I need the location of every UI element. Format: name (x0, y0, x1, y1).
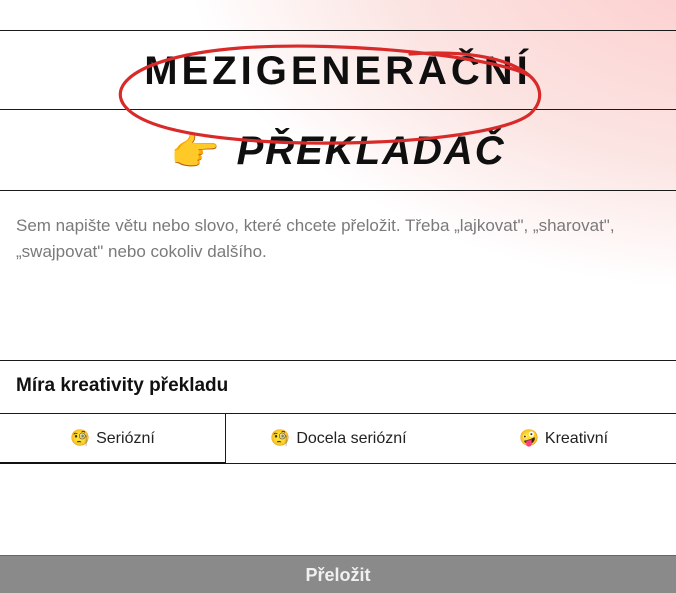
title-line-2: PŘEKLADAČ (237, 129, 506, 174)
title-line-1: MEZIGENERAČNÍ (144, 49, 532, 94)
creativity-section: Míra kreativity překladu 🧐 Seriózní 🧐 Doce… (0, 361, 676, 478)
serious-face-icon: 🧐 (70, 430, 90, 447)
title-row-2: 👉 PŘEKLADAČ (0, 110, 676, 191)
creativity-label: Míra kreativity překladu (16, 375, 660, 397)
mode-serious[interactable]: 🧐 Seriózní (0, 414, 226, 464)
translate-button-label: Přeložit (305, 565, 370, 585)
pointing-right-icon: 👉 (170, 128, 220, 175)
input-placeholder-text: Sem napište větu nebo slovo, které chcet… (16, 213, 660, 266)
app-container: MEZIGENERAČNÍ 👉 PŘEKLADAČ Sem napište vě… (0, 0, 676, 593)
mode-creative[interactable]: 🤪 Kreativní (451, 414, 676, 463)
title-row-1: MEZIGENERAČNÍ (0, 30, 676, 110)
mode-label: Docela seriózní (296, 430, 406, 447)
mode-fairly-serious[interactable]: 🧐 Docela seriózní (226, 414, 451, 463)
serious-face-icon: 🧐 (270, 430, 290, 447)
mode-label: Kreativní (545, 430, 608, 447)
title-block: MEZIGENERAČNÍ 👉 PŘEKLADAČ (0, 0, 676, 191)
zany-face-icon: 🤪 (519, 430, 539, 447)
translate-button[interactable]: Přeložit (0, 555, 676, 593)
creativity-options: 🧐 Seriózní 🧐 Docela seriózní 🤪 Kreativní (0, 413, 676, 464)
translation-input[interactable]: Sem napište větu nebo slovo, které chcet… (0, 191, 676, 361)
mode-label: Seriózní (96, 430, 155, 447)
